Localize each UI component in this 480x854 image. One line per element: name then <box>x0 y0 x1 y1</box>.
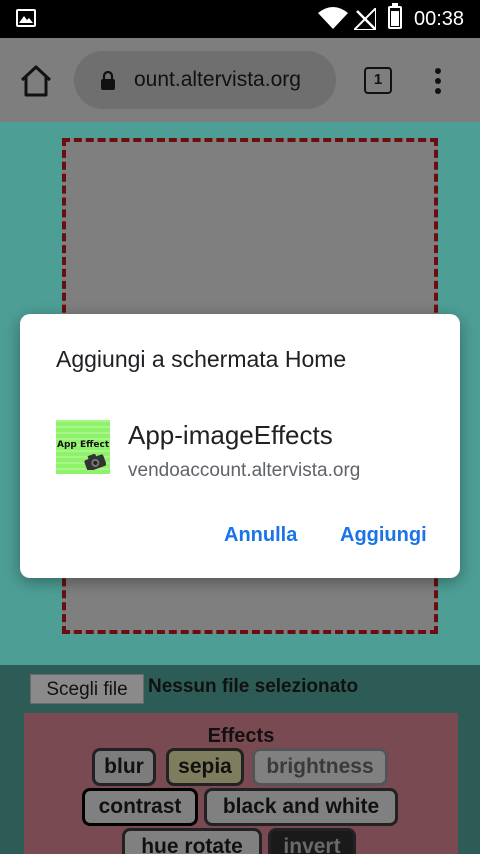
dialog-title: Aggiungi a schermata Home <box>56 346 347 372</box>
gallery-icon <box>16 9 36 27</box>
effect-contrast-button[interactable]: contrast <box>82 788 198 826</box>
effects-panel: Effects blur sepia brightness contrast b… <box>24 713 458 854</box>
add-button[interactable]: Aggiungi <box>340 524 427 547</box>
url-bar[interactable]: ount.altervista.org <box>74 51 336 109</box>
home-icon[interactable] <box>18 64 54 98</box>
app-name: App-imageEffects <box>128 420 333 450</box>
camera-icon <box>84 454 106 470</box>
effect-hue-rotate-button[interactable]: hue rotate <box>122 828 262 854</box>
effect-blur-button[interactable]: blur <box>92 748 156 786</box>
cancel-button[interactable]: Annulla <box>224 524 297 547</box>
more-menu-icon[interactable] <box>426 66 450 96</box>
wifi-icon <box>318 7 348 29</box>
controls-section: Scegli file Nessun file selezionato Effe… <box>0 665 480 854</box>
app-icon: App Effect <box>56 420 110 474</box>
no-signal-icon <box>354 8 376 30</box>
effect-sepia-button[interactable]: sepia <box>166 748 244 786</box>
effect-invert-button[interactable]: invert <box>268 828 356 854</box>
file-status: Nessun file selezionato <box>148 676 359 697</box>
app-url: vendoaccount.altervista.org <box>128 460 361 481</box>
clock: 00:38 <box>414 8 465 30</box>
effects-title: Effects <box>207 725 275 747</box>
browser-toolbar: ount.altervista.org 1 <box>0 38 480 122</box>
effect-black-and-white-button[interactable]: black and white <box>204 788 398 826</box>
choose-file-button[interactable]: Scegli file <box>30 674 144 704</box>
add-to-home-dialog: Aggiungi a schermata Home App Effect App… <box>20 314 460 578</box>
effect-brightness-button[interactable]: brightness <box>252 748 388 786</box>
app-icon-label: App Effect <box>57 440 110 450</box>
status-bar: 00:38 <box>0 0 480 38</box>
battery-icon <box>388 3 402 29</box>
lock-icon <box>101 70 115 90</box>
url-text: ount.altervista.org <box>134 68 301 91</box>
tab-switcher-icon[interactable]: 1 <box>364 67 392 94</box>
